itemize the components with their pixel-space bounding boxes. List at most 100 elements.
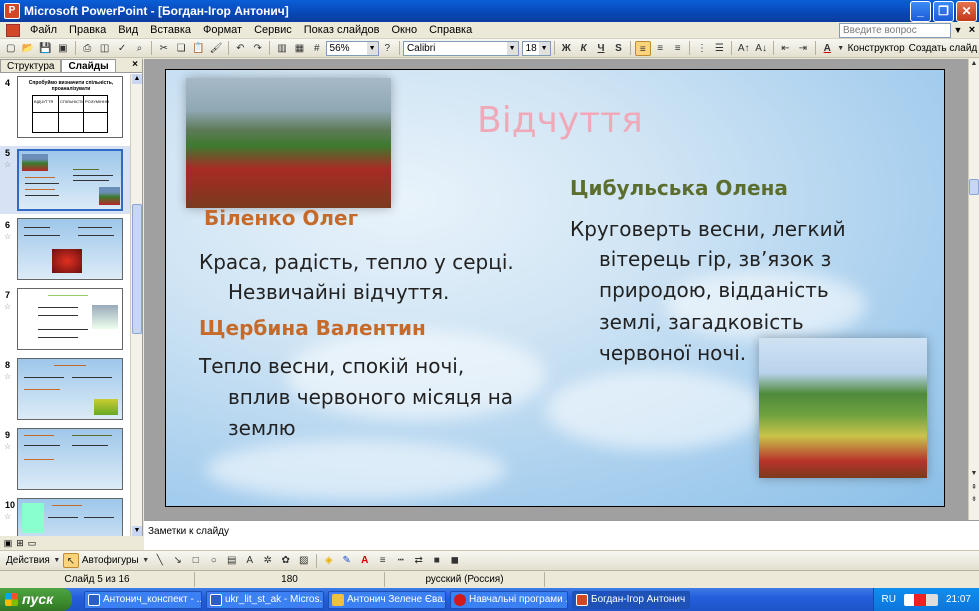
next-slide-icon[interactable]: ⇟ xyxy=(969,495,979,505)
chevron-down-icon[interactable]: ▼ xyxy=(506,41,518,55)
save-icon[interactable]: 💾 xyxy=(38,41,53,56)
text-shcherbyna-line3[interactable]: землю xyxy=(228,412,296,444)
text-bilenko-line2[interactable]: Незвичайні відчуття. xyxy=(228,276,449,308)
scroll-thumb[interactable] xyxy=(132,204,142,334)
tray-icons[interactable] xyxy=(903,593,938,606)
designer-button[interactable]: Конструктор xyxy=(846,43,907,54)
taskbar-item-opera[interactable]: Навчальні програми ... xyxy=(450,590,568,609)
spelling-icon[interactable]: ✓ xyxy=(114,41,129,56)
undo-icon[interactable]: ↶ xyxy=(233,41,248,56)
menu-insert[interactable]: Вставка xyxy=(144,24,197,36)
numbering-icon[interactable]: ⋮ xyxy=(694,41,709,56)
format-painter-icon[interactable]: 🖌 xyxy=(208,41,223,56)
chevron-down-icon[interactable]: ▼ xyxy=(538,41,550,55)
menu-view[interactable]: Вид xyxy=(112,24,144,36)
decrease-font-icon[interactable]: A↓ xyxy=(753,41,768,56)
bold-button[interactable]: Ж xyxy=(559,41,574,56)
menu-window[interactable]: Окно xyxy=(386,24,424,36)
text-tsybulska-line1[interactable]: Круговерть весни, легкий xyxy=(570,213,846,245)
copy-icon[interactable]: ❏ xyxy=(173,41,188,56)
print-icon[interactable]: ⎙ xyxy=(80,41,95,56)
redo-icon[interactable]: ↷ xyxy=(250,41,265,56)
close-document-icon[interactable]: × xyxy=(965,24,979,36)
minimize-button[interactable]: _ xyxy=(910,0,931,22)
slide-thumbnail-5[interactable]: 5 ☆ xyxy=(0,146,130,214)
slide-thumbnail-9[interactable]: 9 ☆ xyxy=(0,428,130,494)
line-icon[interactable]: ╲ xyxy=(152,553,168,568)
research-icon[interactable]: ⌕ xyxy=(132,41,147,56)
line-style-icon[interactable]: ≡ xyxy=(375,553,391,568)
powerpoint-app-icon[interactable]: P xyxy=(4,3,20,19)
chevron-down-icon[interactable]: ▼ xyxy=(142,553,150,568)
previous-slide-icon[interactable]: ⇞ xyxy=(969,483,979,493)
text-shcherbyna-line1[interactable]: Тепло весни, спокій ночі, xyxy=(199,350,464,382)
diagram-icon[interactable]: ✲ xyxy=(260,553,276,568)
scroll-down-icon[interactable]: ▼ xyxy=(969,469,979,479)
font-size-select[interactable]: 18 ▼ xyxy=(521,40,551,56)
increase-font-icon[interactable]: A↑ xyxy=(736,41,751,56)
language-indicator[interactable]: RU xyxy=(882,588,896,611)
close-icon[interactable]: × xyxy=(128,59,142,72)
author-shcherbyna[interactable]: Щербина Валентин xyxy=(199,316,426,340)
font-color-icon[interactable]: A xyxy=(357,553,373,568)
text-tsybulska-line2[interactable]: вітерець гір, зв’язок з xyxy=(599,243,831,275)
align-center-icon[interactable]: ≡ xyxy=(653,41,668,56)
scroll-up-icon[interactable]: ▲ xyxy=(969,59,979,69)
arrow-style-icon[interactable]: ⇄ xyxy=(411,553,427,568)
permission-icon[interactable]: ▣ xyxy=(55,41,70,56)
meadow-photo[interactable] xyxy=(186,78,391,208)
chevron-down-icon[interactable]: ▼ xyxy=(366,41,378,55)
close-button[interactable]: ✕ xyxy=(956,0,977,22)
menu-help[interactable]: Справка xyxy=(423,24,478,36)
taskbar-item-word-2[interactable]: ukr_lit_st_ak - Micros... xyxy=(206,590,324,609)
wordart-icon[interactable]: A xyxy=(242,553,258,568)
align-left-icon[interactable]: ≡ xyxy=(635,40,651,56)
author-tsybulska[interactable]: Цибульська Олена xyxy=(570,176,788,200)
textbox-icon[interactable]: ▤ xyxy=(224,553,240,568)
clipart-icon[interactable]: ✿ xyxy=(278,553,294,568)
align-right-icon[interactable]: ≡ xyxy=(670,41,685,56)
menu-format[interactable]: Формат xyxy=(197,24,248,36)
author-bilenko[interactable]: Біленко Олег xyxy=(204,206,358,230)
text-tsybulska-line4[interactable]: землі, загадковість xyxy=(599,306,804,338)
tab-outline[interactable]: Структура xyxy=(0,59,62,72)
insert-table-icon[interactable]: ▦ xyxy=(292,41,307,56)
slide-scrollbar[interactable]: ▲ ▼ ⇞ ⇟ xyxy=(968,59,979,520)
slide-title[interactable]: Відчуття xyxy=(477,100,643,141)
chevron-down-icon[interactable]: ▼ xyxy=(53,553,61,568)
line-color-icon[interactable]: ✎ xyxy=(339,553,355,568)
chevron-down-icon[interactable]: ▼ xyxy=(837,41,845,56)
slide-thumbnail-10[interactable]: 10 ☆ xyxy=(0,498,130,536)
shadow-button[interactable]: S xyxy=(611,41,626,56)
italic-button[interactable]: К xyxy=(576,41,591,56)
menu-slideshow[interactable]: Показ слайдов xyxy=(298,24,386,36)
cut-icon[interactable]: ✂ xyxy=(156,41,171,56)
help-dropdown-icon[interactable]: ▼ xyxy=(951,25,965,35)
open-icon[interactable]: 📂 xyxy=(20,41,35,56)
text-tsybulska-line5[interactable]: червоної ночі. xyxy=(599,337,746,369)
menu-file[interactable]: Файл xyxy=(24,24,63,36)
decrease-indent-icon[interactable]: ⇤ xyxy=(778,41,793,56)
tab-slides[interactable]: Слайды xyxy=(61,59,116,72)
scroll-up-icon[interactable]: ▲ xyxy=(132,74,142,84)
autoshapes-menu[interactable]: Автофигуры xyxy=(80,555,141,566)
arrow-icon[interactable]: ↘ xyxy=(170,553,186,568)
slide-thumbnail-7[interactable]: 7 ☆ xyxy=(0,288,130,354)
underline-button[interactable]: Ч xyxy=(593,41,608,56)
shadow-style-icon[interactable]: ■ xyxy=(429,553,445,568)
slide-thumbnail-8[interactable]: 8 ☆ xyxy=(0,358,130,424)
notes-pane[interactable]: Заметки к слайду xyxy=(144,520,979,550)
slide-thumbnail-6[interactable]: 6 ☆ xyxy=(0,218,130,284)
new-slide-button[interactable]: Создать слайд xyxy=(907,43,979,54)
zoom-select[interactable]: 56% ▼ xyxy=(325,40,379,56)
menu-edit[interactable]: Правка xyxy=(63,24,112,36)
bullets-icon[interactable]: ☰ xyxy=(712,41,727,56)
fill-color-icon[interactable]: ◈ xyxy=(321,553,337,568)
menu-tools[interactable]: Сервис xyxy=(248,24,298,36)
text-shcherbyna-line2[interactable]: вплив червоного місяця на xyxy=(228,381,513,413)
rectangle-icon[interactable]: □ xyxy=(188,553,204,568)
3d-style-icon[interactable]: ◼ xyxy=(447,553,463,568)
normal-view-icon[interactable]: ▣ xyxy=(2,538,14,549)
insert-chart-icon[interactable]: ▥ xyxy=(274,41,289,56)
help-icon[interactable]: ? xyxy=(380,41,395,56)
